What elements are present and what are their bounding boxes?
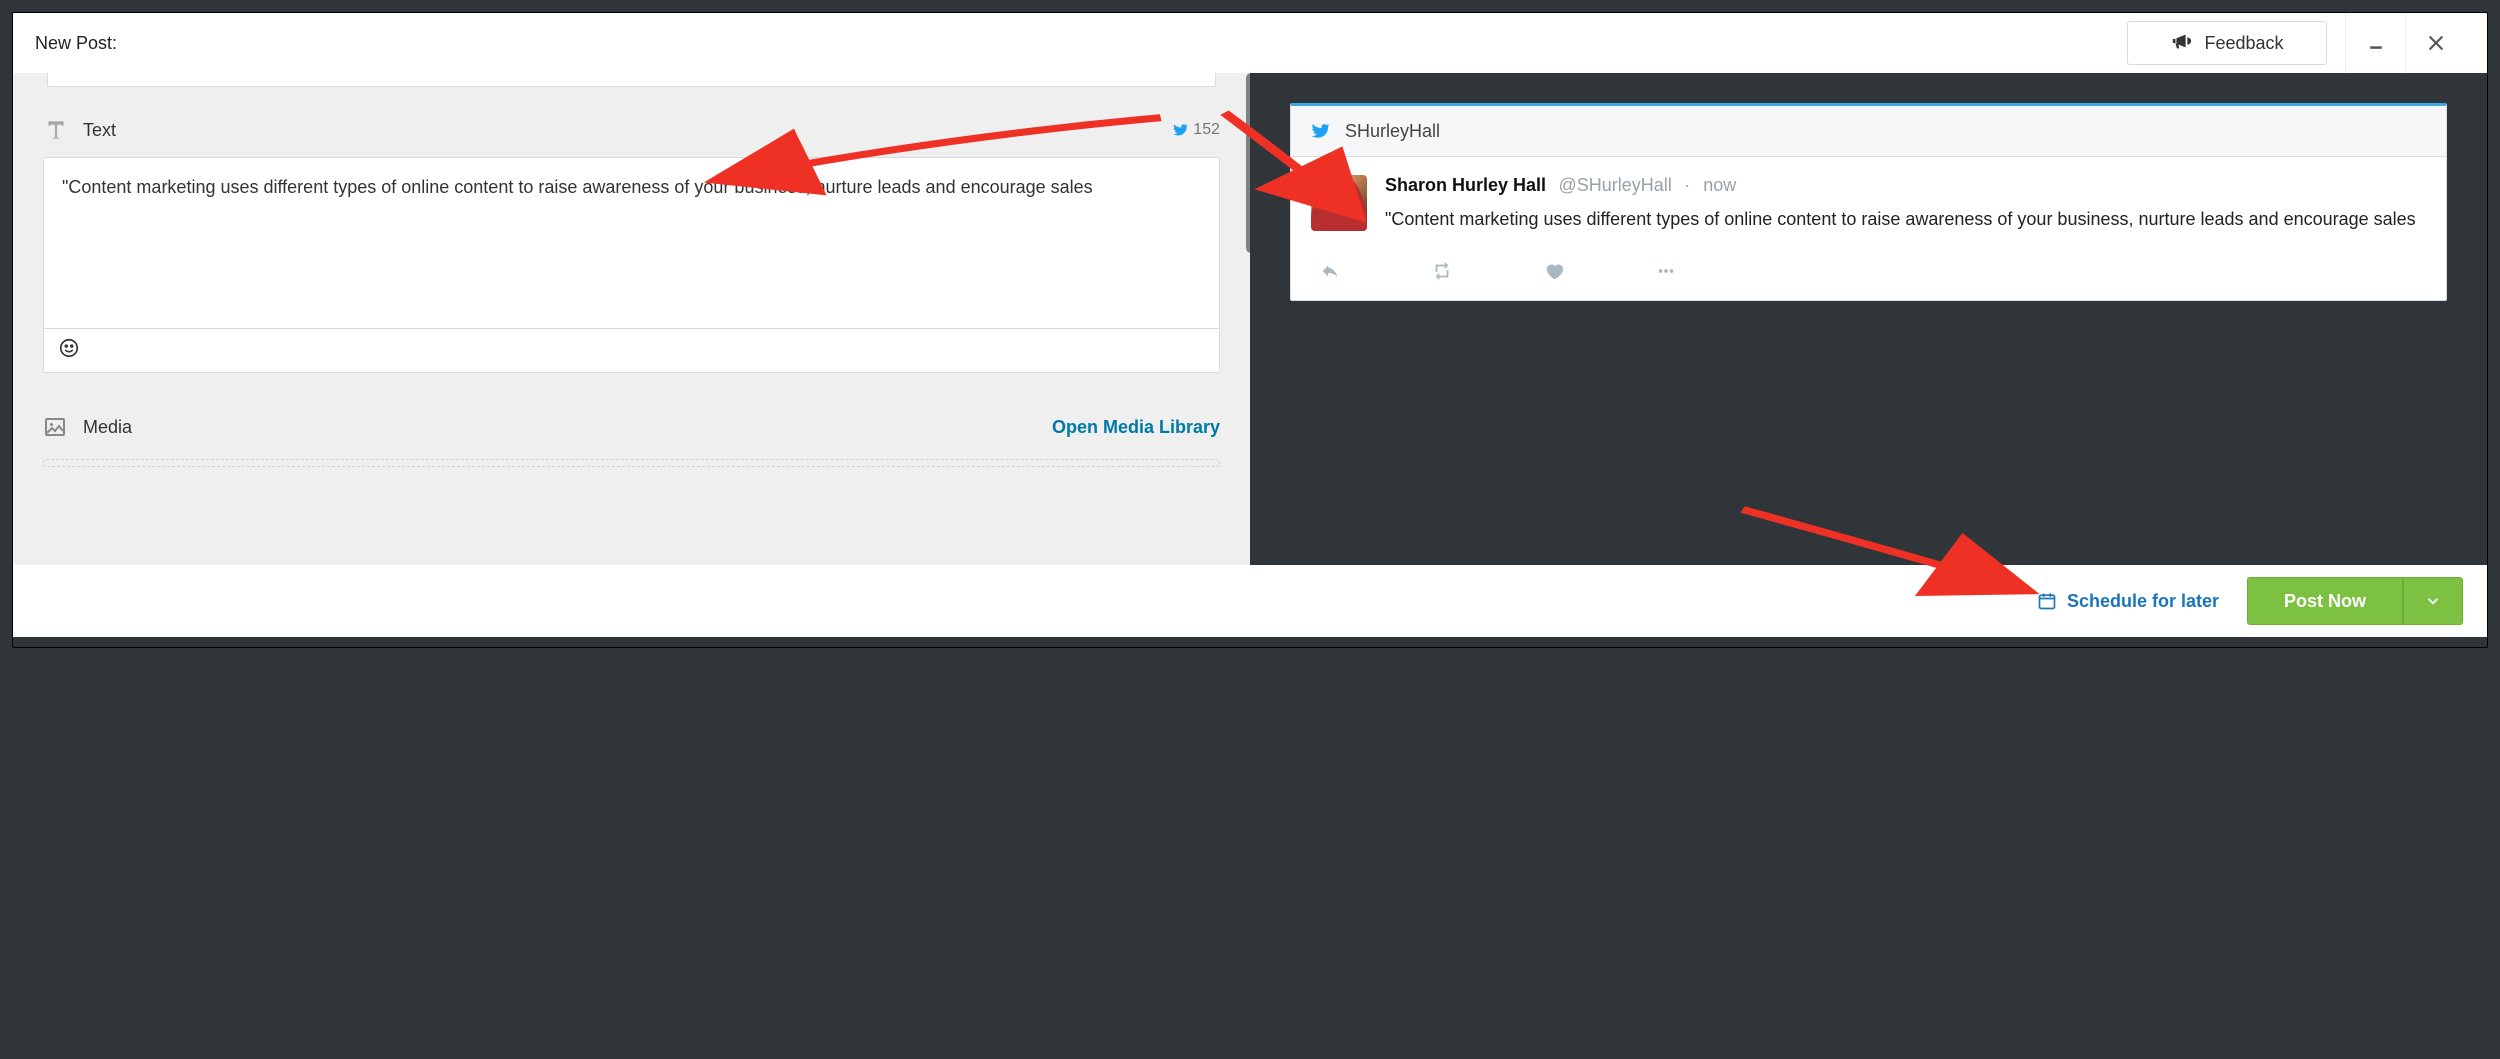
- tweet-action-bar: [1311, 260, 2426, 290]
- minimize-button[interactable]: [2345, 13, 2405, 73]
- retweet-icon[interactable]: [1431, 260, 1453, 282]
- close-icon: [2426, 33, 2446, 53]
- text-section-label: Text: [83, 120, 116, 141]
- text-section-header: Text 152: [43, 117, 1220, 143]
- close-button[interactable]: [2405, 13, 2465, 73]
- previous-section-peek: [47, 73, 1216, 87]
- tweet-byline: Sharon Hurley Hall @SHurleyHall · now: [1385, 175, 2426, 196]
- post-options-dropdown[interactable]: [2403, 577, 2463, 625]
- preview-account-handle: SHurleyHall: [1345, 121, 1440, 142]
- tweet-preview-text: "Content marketing uses different types …: [1385, 206, 2426, 234]
- char-count-value: 152: [1193, 121, 1220, 139]
- feedback-label: Feedback: [2204, 33, 2283, 54]
- feedback-button[interactable]: Feedback: [2127, 21, 2327, 65]
- like-icon[interactable]: [1543, 260, 1565, 282]
- emoji-picker-button[interactable]: [58, 337, 80, 364]
- tweet-time-label: now: [1703, 175, 1736, 195]
- tweet-preview-card: SHurleyHall Sharon Hurley Hall @SHurleyH…: [1290, 103, 2447, 301]
- title-bar: New Post: Feedback: [13, 13, 2487, 73]
- post-button-group: Post Now: [2247, 577, 2463, 625]
- text-editor: "Content marketing uses different types …: [43, 157, 1220, 373]
- emoji-icon: [58, 337, 80, 359]
- twitter-icon: [1309, 120, 1331, 142]
- composer-body: Text 152 "Content marketing uses differe…: [13, 73, 2487, 565]
- reply-icon[interactable]: [1319, 260, 1341, 282]
- post-now-button[interactable]: Post Now: [2247, 577, 2403, 625]
- tweet-time-sep: ·: [1684, 175, 1695, 195]
- schedule-for-later-link[interactable]: Schedule for later: [2037, 591, 2219, 612]
- calendar-icon: [2037, 591, 2057, 611]
- editor-toolbar: [44, 328, 1219, 372]
- tweet-display-name: Sharon Hurley Hall: [1385, 175, 1546, 195]
- twitter-icon: [1171, 121, 1189, 139]
- media-section-label: Media: [83, 417, 132, 438]
- schedule-label: Schedule for later: [2067, 591, 2219, 612]
- image-icon: [43, 415, 67, 439]
- more-icon[interactable]: [1655, 260, 1677, 282]
- media-dropzone[interactable]: [43, 459, 1220, 467]
- chevron-down-icon: [2424, 592, 2442, 610]
- character-counter: 152: [1171, 121, 1220, 139]
- megaphone-icon: [2170, 30, 2192, 57]
- new-post-composer-window: New Post: Feedback Text 152: [12, 12, 2488, 648]
- post-text-input[interactable]: "Content marketing uses different types …: [44, 158, 1219, 328]
- minimize-icon: [2366, 33, 2386, 53]
- open-media-library-link[interactable]: Open Media Library: [1052, 417, 1220, 438]
- media-section-header: Media Open Media Library: [43, 415, 1220, 439]
- text-icon: [43, 117, 69, 143]
- tweet-preview-body: Sharon Hurley Hall @SHurleyHall · now "C…: [1291, 157, 2446, 300]
- window-title: New Post:: [35, 33, 117, 54]
- avatar: [1311, 175, 1367, 231]
- composer-footer: Schedule for later Post Now: [13, 565, 2487, 637]
- tweet-at-handle: @SHurleyHall: [1559, 175, 1672, 195]
- preview-panel: SHurleyHall Sharon Hurley Hall @SHurleyH…: [1250, 73, 2487, 565]
- tweet-preview-header: SHurleyHall: [1291, 106, 2446, 157]
- compose-panel: Text 152 "Content marketing uses differe…: [13, 73, 1250, 565]
